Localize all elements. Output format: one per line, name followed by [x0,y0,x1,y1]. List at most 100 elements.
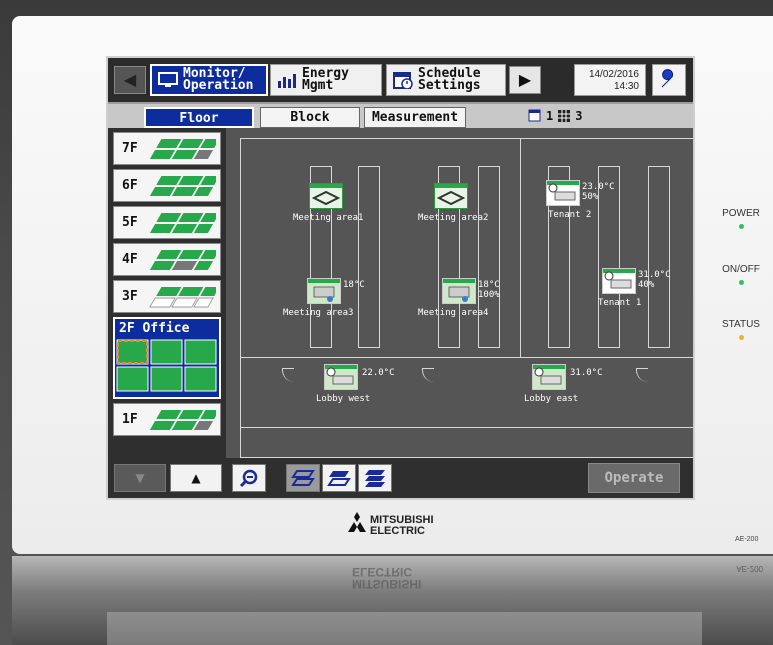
floor-7f-button[interactable]: 7F [113,132,221,165]
unit-temp: 23.0°C [582,182,615,192]
datetime-display: 14/02/2016 14:30 [574,64,646,96]
status-led [739,335,744,340]
unit-meeting-area3[interactable]: 18°C Meeting area3 [281,278,391,328]
tab-monitor-operation[interactable]: Monitor/ Operation [150,64,268,96]
nav-next-button[interactable]: ▶ [509,66,541,94]
floor-map: Meeting area1 Meeting area2 23.0°C 50% T… [226,128,693,458]
unit-lobby-east[interactable]: 31.0°C Lobby east [522,364,622,414]
operate-button[interactable]: Operate [588,463,680,493]
air-conditioner-icon [546,180,580,206]
brand-name: MITSUBISHI ELECTRIC [370,514,434,537]
floor-plan-icon [149,138,216,159]
floor-1f-button[interactable]: 1F [113,403,221,436]
settings-button[interactable] [652,64,686,96]
schedule-count: 1 [546,109,554,123]
schedule-count-icon [528,109,541,122]
onoff-led-label: ON/OFF [722,264,760,275]
floor-plan-icon [149,286,216,307]
power-led-label: POWER [722,208,760,219]
unit-name: Meeting area4 [418,308,489,318]
tab-schedule-settings[interactable]: Schedule Settings [386,64,506,96]
date-text: 14/02/2016 [588,69,639,80]
zoom-out-icon [239,469,258,488]
floor-plan-icon [116,339,217,392]
layers-icon [291,470,315,486]
floor-plan-icon [149,409,216,430]
map-wall [240,427,693,428]
time-text: 14:30 [613,81,639,92]
unit-meeting-area2[interactable]: Meeting area2 [416,183,506,233]
unit-meeting-area1[interactable]: Meeting area1 [291,183,381,233]
status-counts: 1 3 [528,109,582,123]
floor-6f-button[interactable]: 6F [113,169,221,202]
unit-humidity: 50% [582,192,599,202]
map-wall [240,357,693,358]
layers-icon [327,471,351,486]
air-conditioner-icon [442,278,476,304]
ventilation-icon [434,183,468,209]
reflection: MITSUBISHI ELECTRIC AE-200 [12,556,773,645]
unit-temp: 18°C [343,280,365,290]
bar-chart-icon [276,71,298,89]
nav-prev-button[interactable]: ◀ [114,66,146,94]
tab-energy-label: Energy Mgmt [302,66,349,93]
floor-up-button[interactable]: ▲ [170,464,222,492]
floor-plan-icon [149,212,216,233]
floor-4f-button[interactable]: 4F [113,243,221,276]
ventilation-icon [309,183,343,209]
layers-icon [365,470,385,487]
layer-view-3-button[interactable] [358,464,392,492]
status-led-label: STATUS [722,319,760,330]
unit-humidity: 40% [638,280,655,290]
power-led [739,224,744,229]
tab-measurement[interactable]: Measurement [364,107,466,128]
touch-screen: ◀ Monitor/ Operation Energy Mgmt Schedul… [108,58,693,498]
arrow-up-icon: ▲ [191,471,201,485]
air-conditioner-icon [602,268,636,294]
tab-monitor-label: Monitor/ Operation [183,66,254,93]
air-conditioner-icon [532,364,566,390]
unit-temp: 22.0°C [362,368,395,378]
unit-name: Lobby east [524,394,579,404]
onoff-led [739,280,744,285]
unit-humidity: 100% [478,290,500,300]
tab-schedule-label: Schedule Settings [418,66,481,93]
unit-name: Lobby west [316,394,371,404]
unit-temp: 31.0°C [570,368,603,378]
view-subtabs: Floor Block Measurement 1 3 [108,102,693,130]
unit-temp: 31.0°C [638,270,671,280]
tab-block[interactable]: Block [260,107,360,128]
grid-count-icon [558,110,571,122]
tab-floor[interactable]: Floor [144,107,254,128]
floor-down-button[interactable]: ▼ [114,464,166,492]
layer-view-1-button[interactable] [286,464,320,492]
bottom-toolbar: ▼ ▲ Operate [108,458,693,498]
layer-view-2-button[interactable] [322,464,356,492]
zoom-out-button[interactable] [232,464,266,492]
tab-energy-mgmt[interactable]: Energy Mgmt [270,64,382,96]
floor-5f-button[interactable]: 5F [113,206,221,239]
unit-name: Meeting area3 [283,308,354,318]
floor-2f-office-button[interactable]: 2F Office [113,317,221,399]
monitor-icon [157,71,179,89]
unit-tenant-1[interactable]: 31.0°C 40% Tenant 1 [598,268,693,318]
unit-tenant-2[interactable]: 23.0°C 50% Tenant 2 [544,180,654,230]
air-conditioner-icon [324,364,358,390]
mitsubishi-logo-icon [348,512,366,532]
air-conditioner-icon [307,278,341,304]
wrench-icon [661,69,674,88]
unit-name: Tenant 2 [548,210,592,220]
model-label: AE-200 [735,536,759,543]
top-nav: ◀ Monitor/ Operation Energy Mgmt Schedul… [108,58,693,102]
unit-name: Meeting area1 [293,213,364,223]
calendar-icon [392,71,414,89]
floor-plan-icon [149,249,216,270]
grid-count: 3 [575,109,583,123]
floor-list: 7F 6F 5F 4F 3F 2F Office 1F [108,128,226,458]
unit-name: Meeting area2 [418,213,489,223]
floor-plan-icon [149,175,216,196]
unit-name: Tenant 1 [598,298,642,308]
unit-lobby-west[interactable]: 22.0°C Lobby west [306,364,406,414]
floor-3f-button[interactable]: 3F [113,280,221,313]
unit-meeting-area4[interactable]: 18°C 100% Meeting area4 [416,278,526,328]
